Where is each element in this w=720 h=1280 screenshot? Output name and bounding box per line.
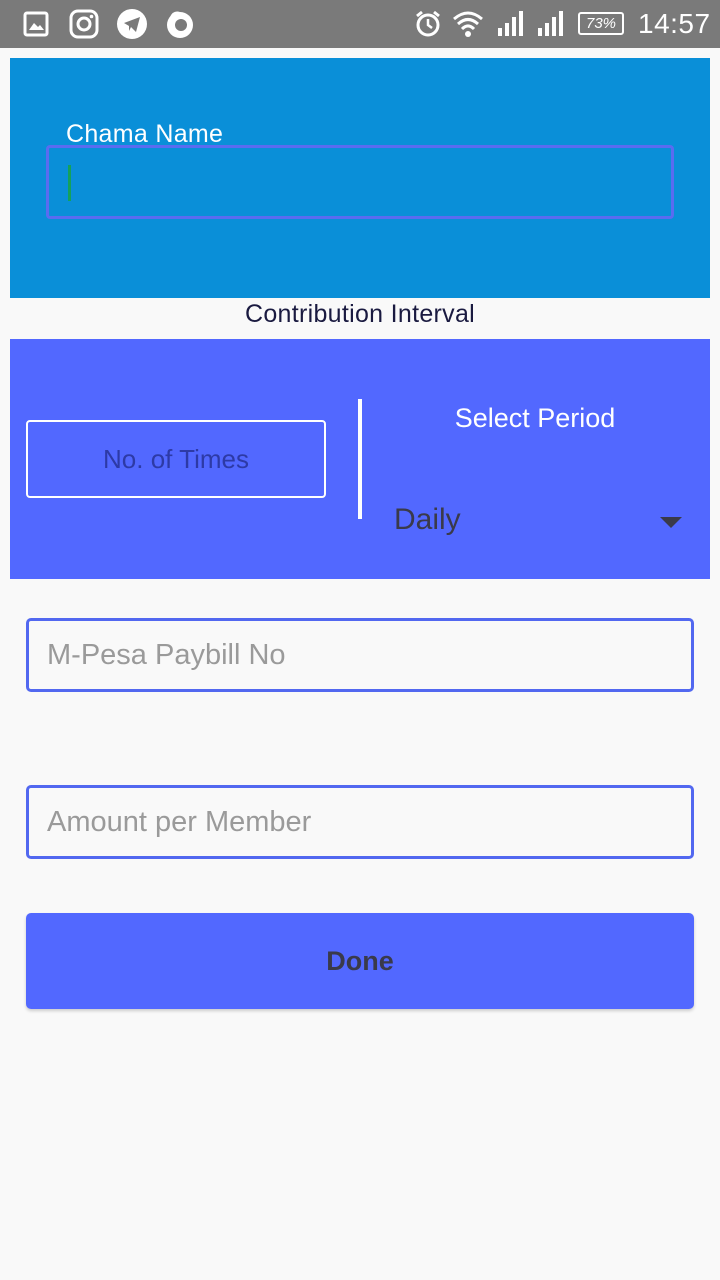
wifi-icon [452, 8, 484, 40]
chama-name-input[interactable] [46, 145, 674, 219]
dropdown-arrow-icon [660, 517, 682, 528]
clock: 14:57 [638, 8, 711, 39]
chama-name-panel: Chama Name [10, 58, 710, 298]
done-button[interactable]: Done [26, 913, 694, 1009]
paybill-input[interactable] [29, 621, 691, 689]
text-caret [68, 165, 71, 201]
gallery-icon [20, 8, 52, 40]
select-period-label: Select Period [454, 403, 616, 433]
no-of-times-input[interactable]: No. of Times [26, 420, 326, 498]
telegram-icon [116, 8, 148, 40]
battery-indicator: 73% [578, 12, 624, 35]
period-dropdown[interactable]: Daily [394, 499, 690, 549]
contribution-interval-title: Contribution Interval [244, 300, 476, 328]
amount-field[interactable] [26, 785, 694, 859]
paybill-field[interactable] [26, 618, 694, 692]
signal-icon [534, 8, 566, 40]
amount-input[interactable] [29, 788, 691, 856]
period-selected-value: Daily [394, 503, 461, 536]
alarm-icon [412, 8, 444, 40]
signal-icon [494, 8, 526, 40]
instagram-icon [68, 8, 100, 40]
contribution-interval-panel: No. of Times Select Period Daily [10, 339, 710, 579]
vertical-divider [358, 399, 362, 519]
firefox-icon [164, 8, 196, 40]
status-bar: 73% 14:57 [0, 0, 720, 48]
